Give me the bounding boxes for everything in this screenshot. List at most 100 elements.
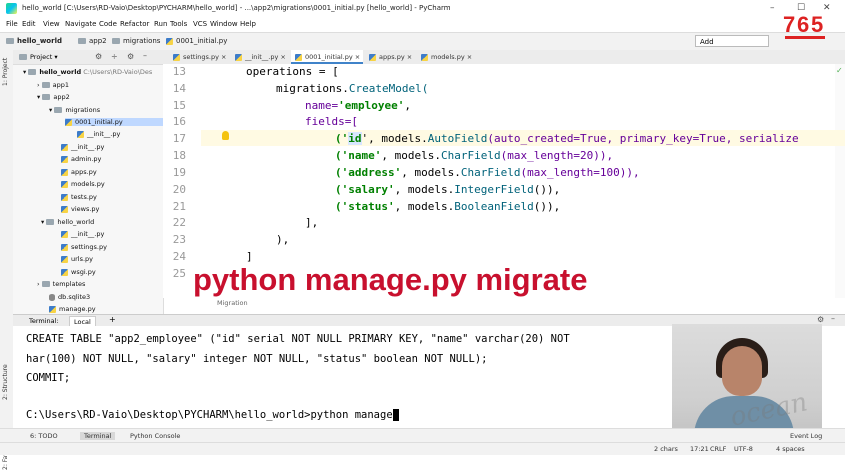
lightbulb-icon[interactable]: [222, 131, 229, 140]
code-line: name='employee',: [305, 99, 411, 112]
code-line: ),: [276, 233, 290, 246]
line-number: 21: [172, 200, 186, 213]
options-icon[interactable]: ⚙: [127, 52, 134, 61]
menu-edit[interactable]: Edit: [22, 20, 36, 28]
menu-view[interactable]: View: [43, 20, 60, 28]
tab-models-py[interactable]: models.py ×: [417, 50, 485, 64]
python-file-icon: [61, 193, 68, 201]
add-terminal-icon[interactable]: +: [109, 315, 116, 324]
event-log-button[interactable]: Event Log: [790, 432, 822, 440]
minimize-icon[interactable]: –: [770, 3, 775, 13]
tab-apps-py[interactable]: apps.py ×: [365, 50, 419, 64]
tree-item-init[interactable]: __init__.py: [77, 130, 120, 138]
tab-0001-initial-py[interactable]: 0001_initial.py ×: [291, 50, 363, 64]
tree-item-settings[interactable]: settings.py: [61, 243, 107, 251]
folder-icon: [78, 38, 86, 44]
tree-item-apps[interactable]: apps.py: [61, 168, 97, 176]
line-number: 19: [172, 166, 186, 179]
project-panel-header: Project ▾ ⚙ ÷ ⚙ –: [13, 50, 163, 65]
tree-item-views[interactable]: views.py: [61, 205, 99, 213]
tab-init-py[interactable]: __init__.py ×: [231, 50, 293, 64]
menu-file[interactable]: File: [6, 20, 18, 28]
collapse-icon[interactable]: ÷: [111, 52, 118, 61]
structure-tool-tab[interactable]: 2: Structure: [2, 364, 9, 400]
menu-bar: File Edit View Navigate Code Refactor Ru…: [0, 18, 845, 32]
menu-window[interactable]: Window: [210, 20, 238, 28]
tree-item-hello-world-root[interactable]: ▾ hello_world C:\Users\RD-Vaio\Des: [23, 68, 152, 76]
code-line: ('name', models.CharField(max_length=20)…: [335, 149, 614, 162]
tab-python-console[interactable]: Python Console: [130, 432, 180, 440]
menu-run[interactable]: Run: [154, 20, 167, 28]
python-file-icon: [173, 53, 180, 61]
menu-tools[interactable]: Tools: [170, 20, 187, 28]
person-face: [722, 346, 762, 396]
line-number: 18: [172, 149, 186, 162]
hide-terminal-icon[interactable]: –: [831, 314, 835, 323]
python-file-icon: [369, 53, 376, 61]
breadcrumb-item[interactable]: migrations: [112, 37, 160, 45]
editor-scrollbar[interactable]: ✓: [835, 64, 845, 298]
breadcrumb-item[interactable]: 0001_initial.py: [166, 37, 227, 45]
menu-code[interactable]: Code: [99, 20, 117, 28]
tree-item-app1[interactable]: › app1: [37, 81, 69, 89]
code-line: ('salary', models.IntegerField()),: [335, 183, 561, 196]
tree-item-hello-world[interactable]: ▾ hello_world: [41, 218, 94, 226]
line-number: 24: [172, 250, 186, 263]
line-separator[interactable]: CRLF: [710, 445, 726, 453]
menu-help[interactable]: Help: [240, 20, 256, 28]
line-number: 15: [172, 99, 186, 112]
folder-icon: [19, 54, 27, 60]
python-file-icon: [77, 130, 84, 138]
tree-item-admin[interactable]: admin.py: [61, 155, 101, 163]
tree-item-db-sqlite3[interactable]: db.sqlite3: [49, 293, 90, 301]
text-cursor: [392, 409, 399, 421]
tab-terminal[interactable]: Terminal: [80, 432, 116, 440]
folder-icon: [41, 281, 50, 287]
tree-item-init[interactable]: __init__.py: [61, 230, 104, 238]
settings-gear-icon[interactable]: ⚙: [95, 52, 102, 61]
tree-item-app2[interactable]: ▾ app2: [37, 93, 70, 101]
python-file-icon: [61, 205, 68, 213]
svg-text:6: 6: [797, 12, 809, 37]
tree-item-0001-initial[interactable]: 0001_initial.py: [65, 118, 163, 126]
tree-item-init[interactable]: __init__.py: [61, 143, 104, 151]
terminal-settings-icon[interactable]: ⚙: [817, 315, 824, 324]
menu-vcs[interactable]: VCS: [193, 20, 207, 28]
breadcrumb-item[interactable]: app2: [78, 37, 107, 45]
inspection-ok-icon: ✓: [836, 66, 843, 75]
svg-text:5: 5: [811, 12, 823, 37]
python-file-icon: [61, 243, 68, 251]
tab-settings-py[interactable]: settings.py ×: [169, 50, 233, 64]
cursor-position[interactable]: 17:21: [690, 445, 709, 453]
hide-icon[interactable]: –: [143, 51, 147, 60]
tree-item-tests[interactable]: tests.py: [61, 193, 97, 201]
tree-item-migrations[interactable]: ▾ migrations: [49, 106, 100, 114]
python-file-icon: [295, 53, 302, 61]
code-line: ('status', models.BooleanField()),: [335, 200, 561, 213]
terminal-prompt[interactable]: C:\Users\RD-Vaio\Desktop\PYCHARM\hello_w…: [26, 409, 399, 421]
add-configuration-button[interactable]: Add Configuration...: [695, 35, 769, 58]
python-file-icon: [166, 37, 173, 45]
terminal-title: Terminal:: [29, 317, 59, 325]
folder-icon: [46, 219, 55, 225]
tab-todo[interactable]: 6: TODO: [30, 432, 58, 440]
menu-refactor[interactable]: Refactor: [120, 20, 149, 28]
indent-setting[interactable]: 4 spaces: [776, 445, 805, 453]
terminal-line: COMMIT;: [26, 372, 71, 384]
menu-navigate[interactable]: Navigate: [65, 20, 96, 28]
project-panel-title[interactable]: Project ▾: [19, 53, 58, 61]
code-line: ('id', models.AutoField(auto_created=Tru…: [335, 132, 799, 145]
breadcrumb-item[interactable]: hello_world: [6, 37, 62, 45]
database-file-icon: [49, 293, 55, 301]
project-tool-tab[interactable]: 1: Project: [2, 58, 9, 86]
tree-item-templates[interactable]: › templates: [37, 280, 85, 288]
tree-item-models[interactable]: models.py: [61, 180, 105, 188]
editor-breadcrumb[interactable]: Migration: [217, 299, 248, 307]
status-bar: 2 chars 17:21 CRLF UTF-8 4 spaces: [0, 442, 845, 455]
tree-item-manage[interactable]: manage.py: [49, 305, 96, 313]
tree-item-urls[interactable]: urls.py: [61, 255, 93, 263]
file-encoding[interactable]: UTF-8: [734, 445, 753, 453]
tree-item-wsgi[interactable]: wsgi.py: [61, 268, 96, 276]
line-number: 16: [172, 115, 186, 128]
channel-logo-icon: 7 6 5: [783, 12, 825, 39]
